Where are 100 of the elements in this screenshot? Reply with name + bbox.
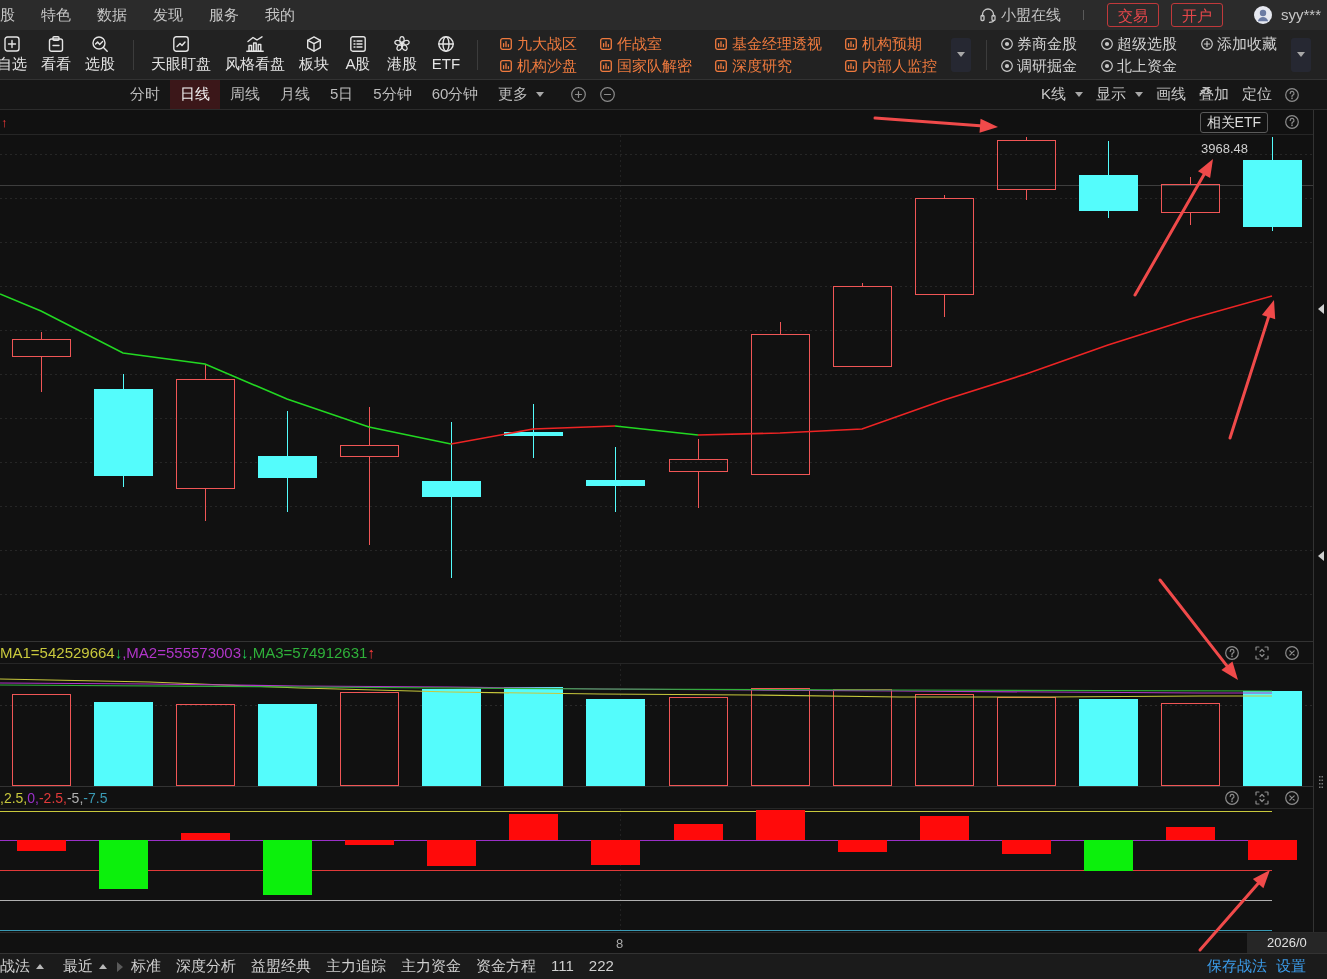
period-tab[interactable]: 周线 [220, 80, 270, 109]
dropdown-button[interactable] [951, 37, 971, 72]
macd-bar [591, 840, 640, 865]
right-triangle-icon[interactable] [117, 961, 123, 972]
help-icon[interactable] [1285, 115, 1299, 129]
close-icon[interactable] [1285, 790, 1299, 805]
help-icon[interactable] [1225, 790, 1239, 805]
feature-link[interactable]: 九大战区 [500, 34, 577, 53]
indicator-tab[interactable]: 深度分析 [176, 955, 236, 978]
macd-bar [838, 840, 887, 852]
menu-item[interactable]: 股 [0, 5, 15, 25]
help-icon[interactable] [1225, 645, 1239, 660]
chart-option-button[interactable]: 显示 [1096, 83, 1143, 106]
chart-square-icon [845, 37, 857, 50]
shortcut-link[interactable]: 调研掘金 [1001, 56, 1077, 75]
candlestick [586, 446, 645, 513]
macd-bar [756, 810, 805, 840]
chart-option-button[interactable]: 画线 [1156, 83, 1186, 106]
menu-item[interactable]: 数据 [97, 5, 127, 25]
indicator-tab[interactable]: 222 [588, 955, 614, 978]
candlestick [669, 438, 728, 509]
price-label: 3968.48 [1201, 141, 1248, 156]
feature-link[interactable]: 基金经理透视 [715, 34, 822, 53]
action-link[interactable]: 设置 [1276, 955, 1306, 978]
indicator-tab[interactable]: 111 [551, 955, 574, 978]
feature-link[interactable]: 作战室 [600, 34, 692, 53]
candlestick [1161, 176, 1220, 226]
period-tab[interactable]: 分时 [120, 80, 170, 109]
menu-item[interactable]: 特色 [41, 5, 71, 25]
feature-link[interactable]: 深度研究 [715, 56, 822, 75]
period-tab[interactable]: 5分钟 [363, 80, 422, 109]
menu-button[interactable]: 最近 [63, 955, 107, 978]
open-account-button[interactable]: 开户 [1171, 3, 1223, 27]
trade-button[interactable]: 交易 [1107, 3, 1159, 27]
chart-square-icon [600, 59, 612, 72]
related-etf-button[interactable]: 相关ETF [1199, 111, 1268, 133]
plus-square-icon [4, 36, 20, 52]
indicator-tab[interactable]: 标准 [131, 955, 161, 978]
macd-bar [17, 840, 66, 851]
zoom-in-icon[interactable] [571, 87, 587, 102]
period-tab[interactable]: 5日 [320, 80, 364, 109]
grip-icon[interactable] [1318, 776, 1323, 788]
macd-bar [99, 840, 148, 889]
magnifier-icon [92, 36, 108, 52]
target-icon [1001, 59, 1013, 72]
toolbar-button[interactable]: 风格看盘 [224, 36, 286, 73]
macd-bar [1248, 840, 1297, 860]
macd-bar [1002, 840, 1051, 854]
expand-icon[interactable] [1255, 645, 1269, 660]
caret-up-icon [99, 964, 107, 969]
chart-option-button[interactable]: 定位 [1242, 83, 1272, 106]
feature-link[interactable]: 国家队解密 [600, 56, 692, 75]
indicator-tab[interactable]: 主力资金 [401, 955, 461, 978]
shortcut-link[interactable]: 超级选股 [1101, 34, 1177, 53]
toolbar-button[interactable]: 天眼盯盘 [150, 36, 212, 73]
zoom-out-icon[interactable] [600, 87, 616, 102]
toolbar-button[interactable]: 选股 [84, 36, 116, 73]
online-service-link[interactable]: 小盟在线 [1001, 5, 1061, 25]
period-tab[interactable]: 日线 [170, 80, 220, 109]
period-tab[interactable]: 60分钟 [421, 80, 489, 109]
period-tab[interactable]: 更多 [488, 80, 555, 109]
dropdown-button[interactable] [1291, 37, 1311, 72]
left-triangle-icon[interactable] [1317, 551, 1324, 561]
globe-icon [438, 36, 454, 52]
caret-up-icon [36, 964, 44, 969]
feature-link[interactable]: 机构预期 [845, 34, 937, 53]
close-icon[interactable] [1285, 645, 1299, 660]
feature-link[interactable]: 机构沙盘 [500, 56, 577, 75]
period-tab[interactable]: 月线 [270, 80, 320, 109]
toolbar-button[interactable]: 港股 [386, 36, 418, 73]
menu-button[interactable]: 战法 [0, 955, 44, 978]
clipboard-icon [48, 36, 64, 52]
menu-item[interactable]: 服务 [209, 5, 239, 25]
shortcut-link[interactable]: 添加收藏 [1201, 34, 1277, 53]
feature-link[interactable]: 内部人监控 [845, 56, 937, 75]
help-icon[interactable] [1285, 87, 1299, 102]
toolbar-button[interactable]: A股 [342, 36, 374, 73]
caret-down-icon [1297, 52, 1305, 57]
indicator-tab[interactable]: 益盟经典 [251, 955, 311, 978]
expand-icon[interactable] [1255, 790, 1269, 805]
menu-item[interactable]: 发现 [153, 5, 183, 25]
left-triangle-icon[interactable] [1317, 304, 1324, 314]
shortcut-link[interactable]: 券商金股 [1001, 34, 1077, 53]
level-value-label: -7.5 [83, 790, 108, 805]
toolbar-button[interactable]: ETF [430, 36, 462, 73]
shortcut-link[interactable]: 北上资金 [1101, 56, 1177, 75]
user-name[interactable]: syy*** [1281, 5, 1321, 25]
toolbar-button[interactable]: 看看 [40, 36, 72, 73]
chart-option-button[interactable]: K线 [1041, 83, 1083, 106]
candlestick [12, 331, 71, 393]
macd-bar [920, 816, 969, 840]
menu-item[interactable]: 我的 [265, 5, 295, 25]
toolbar-button[interactable]: 板块 [298, 36, 330, 73]
indicator-tab[interactable]: 资金方程 [476, 955, 536, 978]
macd-bar [345, 840, 394, 845]
level-value-label: ,2.5, [0, 790, 28, 805]
chart-option-button[interactable]: 叠加 [1199, 83, 1229, 106]
chart-square-icon [600, 37, 612, 50]
indicator-tab[interactable]: 主力追踪 [326, 955, 386, 978]
action-link[interactable]: 保存战法 [1207, 955, 1267, 978]
